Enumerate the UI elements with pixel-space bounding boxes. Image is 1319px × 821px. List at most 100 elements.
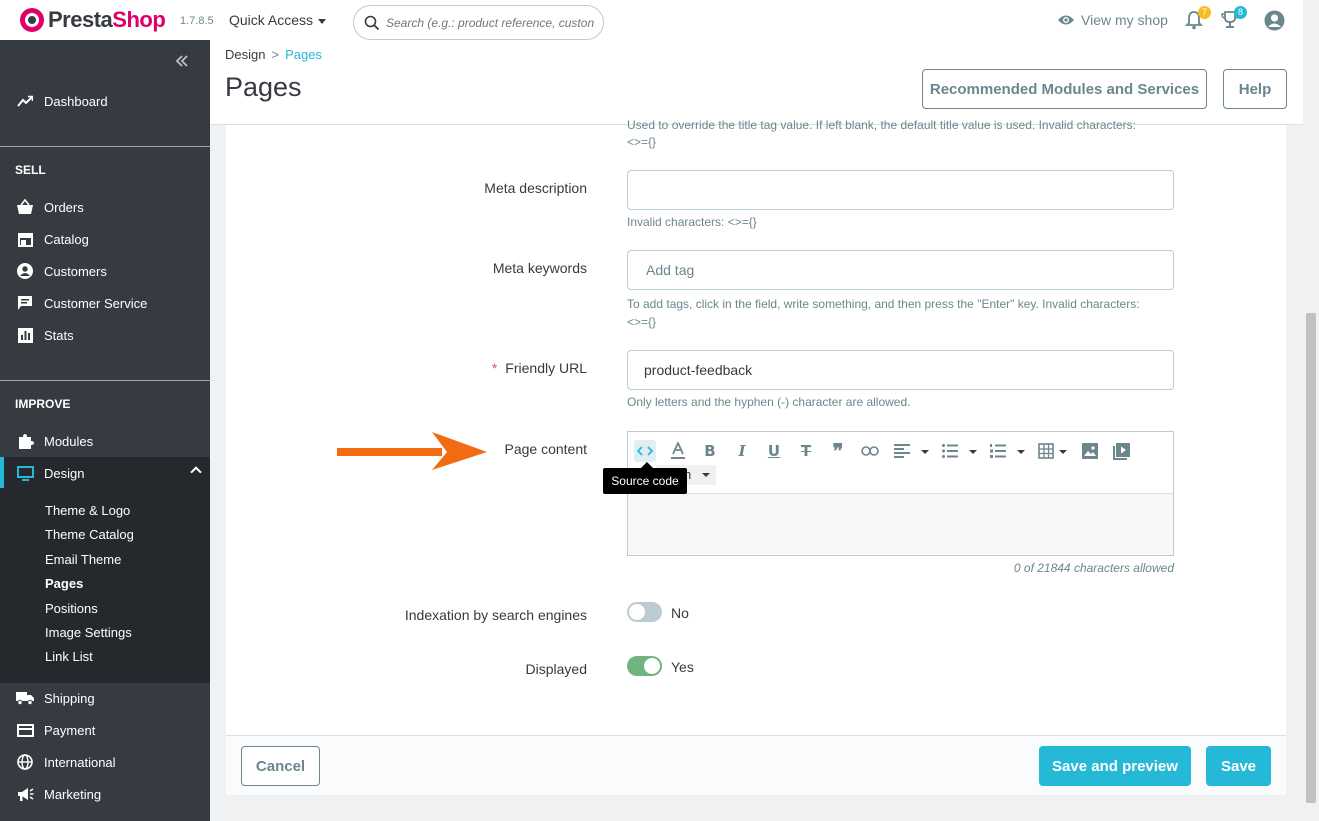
sidebar-item-catalog[interactable]: Catalog [0, 223, 210, 255]
bullet-list-caret-icon[interactable] [969, 450, 977, 454]
scrollbar-thumb[interactable] [1306, 313, 1316, 803]
submenu-item-image-settings[interactable]: Image Settings [45, 625, 132, 640]
breadcrumb: Design > Pages [225, 47, 322, 62]
align-button[interactable] [891, 440, 913, 462]
editor-content-area[interactable] [628, 493, 1173, 555]
sidebar-item-marketing[interactable]: Marketing [0, 778, 210, 810]
character-counter: 0 of 21844 characters allowed [1013, 561, 1174, 575]
sidebar-item-customer-service[interactable]: Customer Service [0, 287, 210, 319]
search-input[interactable] [386, 15, 596, 30]
breadcrumb-design[interactable]: Design [225, 47, 265, 62]
sidebar-item-label: Orders [44, 199, 84, 215]
quote-icon: ❞ [832, 440, 844, 463]
media-button[interactable] [1110, 440, 1132, 462]
add-tag-placeholder: Add tag [646, 262, 695, 278]
friendly-url-help: Only letters and the hyphen (-) characte… [627, 395, 911, 409]
prestashop-logo[interactable]: PrestaShop [20, 7, 166, 33]
user-avatar-icon [1264, 10, 1285, 31]
table-icon [1038, 443, 1054, 459]
sidebar-item-label: Customer Service [44, 295, 148, 311]
submenu-item-link-list[interactable]: Link List [45, 649, 93, 664]
switch-knob [629, 604, 645, 620]
table-button[interactable] [1035, 440, 1057, 462]
view-my-shop-link[interactable]: View my shop [1057, 12, 1168, 28]
switch-knob [644, 658, 660, 674]
trending-up-icon [16, 92, 34, 110]
page-scrollbar[interactable] [1303, 0, 1319, 821]
source-code-tooltip: Source code [603, 462, 687, 494]
indexation-switch[interactable] [627, 602, 662, 622]
image-icon [1082, 443, 1098, 459]
globe-icon [16, 753, 34, 771]
sidebar-item-stats[interactable]: Stats [0, 319, 210, 351]
account-circle-icon [16, 262, 34, 280]
eye-icon [1058, 15, 1074, 25]
numbered-list-caret-icon[interactable] [1017, 450, 1025, 454]
trophy-button[interactable]: 8 [1221, 6, 1247, 33]
notification-badge: 7 [1198, 6, 1211, 19]
submenu-item-theme-catalog[interactable]: Theme Catalog [45, 527, 134, 542]
save-and-preview-button[interactable]: Save and preview [1039, 746, 1191, 786]
sidebar-item-label: Customers [44, 263, 107, 279]
sidebar-item-international[interactable]: International [0, 746, 210, 778]
sidebar-item-payment[interactable]: Payment [0, 714, 210, 746]
sidebar-item-dashboard[interactable]: Dashboard [0, 85, 210, 117]
numbered-list-button[interactable] [987, 440, 1009, 462]
collapse-sidebar-icon[interactable] [175, 54, 189, 72]
breadcrumb-pages[interactable]: Pages [285, 47, 322, 62]
logo-text-presta: Presta [48, 7, 113, 32]
sidebar-item-orders[interactable]: Orders [0, 191, 210, 223]
sidebar-divider [0, 146, 210, 147]
submenu-item-pages[interactable]: Pages [45, 576, 83, 591]
sidebar-item-design[interactable]: Design [0, 457, 210, 489]
chat-icon [16, 294, 34, 312]
italic-button[interactable]: I [731, 440, 753, 462]
sidebar-item-label: Dashboard [44, 93, 108, 109]
meta-keywords-input[interactable]: Add tag [627, 250, 1174, 290]
save-button[interactable]: Save [1206, 746, 1271, 786]
notifications-button[interactable]: 7 [1184, 6, 1211, 33]
quick-access-dropdown[interactable]: Quick Access [229, 12, 327, 28]
version-label: 1.7.8.5 [180, 15, 214, 27]
align-caret-icon[interactable] [921, 450, 929, 454]
top-header: PrestaShop 1.7.8.5 Quick Access View my … [0, 0, 1303, 40]
bold-icon: B [704, 442, 716, 460]
sidebar-item-modules[interactable]: Modules [0, 425, 210, 457]
bullet-list-button[interactable] [939, 440, 961, 462]
search-icon [364, 15, 380, 30]
meta-keywords-label: Meta keywords [492, 260, 587, 276]
sidebar-section-sell: SELL [15, 163, 46, 177]
displayed-value: Yes [671, 659, 694, 675]
submenu-item-email-theme[interactable]: Email Theme [45, 552, 121, 567]
text-color-icon [671, 442, 685, 459]
submenu-item-positions[interactable]: Positions [45, 601, 98, 616]
meta-description-help: Invalid characters: <>={} [627, 215, 757, 229]
image-button[interactable] [1079, 440, 1101, 462]
underline-button[interactable]: U [763, 440, 785, 462]
sidebar-item-label: Payment [44, 722, 96, 738]
friendly-url-input[interactable]: product-feedback [627, 350, 1174, 390]
source-code-icon [637, 446, 653, 456]
account-button[interactable] [1264, 10, 1285, 34]
blockquote-button[interactable]: ❞ [827, 440, 849, 463]
cancel-button[interactable]: Cancel [241, 746, 320, 786]
meta-description-input[interactable] [627, 170, 1174, 210]
table-caret-icon[interactable] [1059, 450, 1067, 454]
recommended-modules-button[interactable]: Recommended Modules and Services [922, 69, 1207, 109]
sidebar-item-shipping[interactable]: Shipping [0, 682, 210, 714]
page-header: Design > Pages Pages Recommended Modules a… [210, 40, 1303, 125]
sidebar-item-customers[interactable]: Customers [0, 255, 210, 287]
sidebar-item-label: Shipping [44, 690, 95, 706]
help-button[interactable]: Help [1223, 69, 1287, 109]
bold-button[interactable]: B [699, 440, 721, 462]
text-color-button[interactable] [667, 440, 689, 462]
align-left-icon [894, 444, 910, 458]
strikethrough-button[interactable]: T [795, 440, 817, 462]
link-button[interactable] [859, 440, 881, 462]
source-code-button[interactable] [634, 440, 656, 462]
link-icon [861, 446, 879, 456]
displayed-switch[interactable] [627, 656, 662, 676]
sidebar-divider [0, 380, 210, 381]
search-box[interactable] [353, 5, 604, 40]
submenu-item-theme-logo[interactable]: Theme & Logo [45, 503, 130, 518]
